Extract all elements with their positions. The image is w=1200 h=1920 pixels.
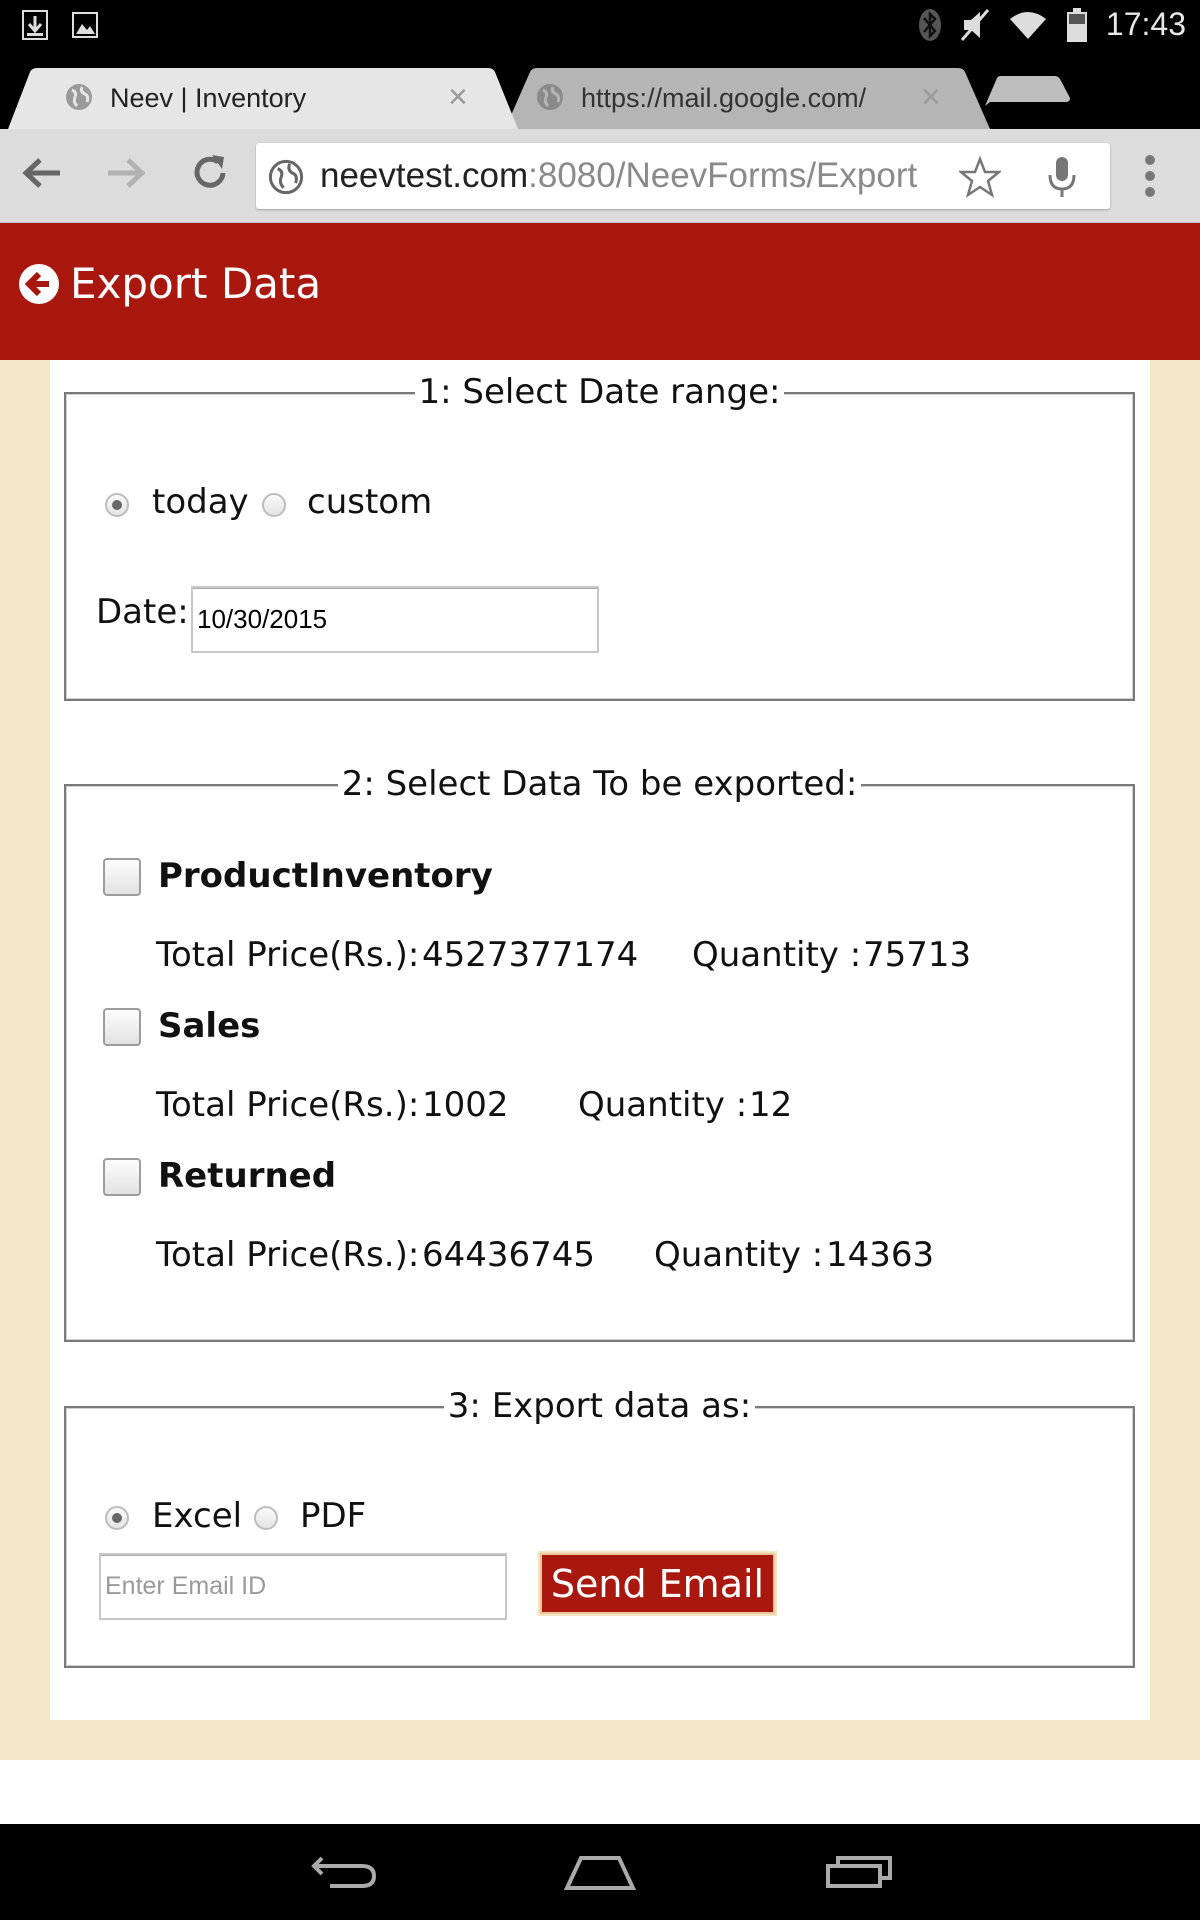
image-icon [72, 12, 98, 38]
radio-excel-label: Excel [152, 1496, 243, 1536]
close-icon[interactable]: × [921, 78, 941, 117]
back-arrow-icon[interactable] [20, 151, 64, 195]
star-icon[interactable] [959, 156, 1001, 198]
radio-excel[interactable] [105, 1506, 129, 1530]
url-path: :8080/NeevForms/Export [528, 156, 918, 195]
send-email-button[interactable]: Send Email [540, 1553, 775, 1614]
quantity-label: Quantity : [654, 1235, 824, 1275]
page-title: Export Data [70, 259, 322, 308]
date-label: Date: [96, 592, 189, 632]
section-legend: 2: Select Data To be exported: [66, 764, 1133, 804]
radio-custom[interactable] [262, 493, 286, 517]
price-label: Total Price(Rs.): [156, 1085, 420, 1125]
forward-arrow-icon[interactable] [104, 151, 148, 195]
item-name: ProductInventory [158, 856, 493, 896]
radio-today-label: today [152, 482, 249, 522]
email-input[interactable]: Enter Email ID [99, 1553, 507, 1620]
url-host: neevtest.com [320, 156, 529, 195]
tab-title: https://mail.google.com/ [581, 83, 867, 113]
export-format-section: 3: Export data as: [64, 1386, 1135, 1668]
price-value: 64436745 [422, 1235, 596, 1275]
download-icon [22, 10, 48, 40]
system-nav-bar [0, 1824, 1200, 1920]
item-name: Sales [158, 1006, 261, 1046]
reload-icon[interactable] [188, 151, 232, 195]
section-legend: 3: Export data as: [66, 1386, 1133, 1426]
globe-icon [537, 84, 563, 110]
battery-icon [1066, 7, 1087, 42]
mute-icon [960, 8, 990, 41]
wifi-icon [1009, 11, 1046, 39]
quantity-label: Quantity : [578, 1085, 748, 1125]
address-bar[interactable]: neevtest.com:8080/NeevForms/Export [256, 143, 1110, 209]
new-tab-button[interactable] [990, 70, 1070, 106]
checkbox-product-inventory[interactable] [103, 858, 141, 896]
back-circle-icon[interactable] [18, 263, 60, 305]
price-label: Total Price(Rs.): [156, 935, 420, 975]
price-label: Total Price(Rs.): [156, 1235, 420, 1275]
radio-today[interactable] [105, 493, 129, 517]
menu-icon[interactable] [1142, 153, 1158, 199]
close-icon[interactable]: × [448, 78, 468, 117]
tab-gmail[interactable]: https://mail.google.com/ × [515, 66, 985, 129]
quantity-label: Quantity : [692, 935, 862, 975]
checkbox-returned[interactable] [103, 1158, 141, 1196]
radio-pdf-label: PDF [300, 1496, 367, 1536]
url-text: neevtest.com:8080/NeevForms/Export [320, 156, 945, 196]
quantity-value: 14363 [826, 1235, 935, 1275]
app-header: Export Data [0, 223, 1200, 360]
radio-custom-label: custom [307, 482, 433, 522]
date-range-section: 1: Select Date range: [64, 372, 1135, 701]
home-nav-icon[interactable] [563, 1852, 637, 1892]
page-footer [0, 1760, 1200, 1824]
quantity-value: 75713 [863, 935, 972, 975]
checkbox-sales[interactable] [103, 1008, 141, 1046]
status-bar: 17:43 [0, 0, 1200, 50]
tab-strip: Neev | Inventory × https://mail.google.c… [0, 50, 1200, 129]
radio-pdf[interactable] [254, 1506, 278, 1530]
globe-icon [66, 84, 92, 110]
clock: 17:43 [1105, 6, 1186, 42]
tab-title: Neev | Inventory [110, 83, 307, 113]
item-name: Returned [158, 1156, 337, 1196]
quantity-value: 12 [749, 1085, 793, 1125]
recents-nav-icon[interactable] [824, 1854, 894, 1890]
tab-neev-inventory[interactable]: Neev | Inventory × [20, 66, 500, 129]
back-nav-icon[interactable] [310, 1852, 380, 1892]
microphone-icon[interactable] [1046, 155, 1078, 199]
globe-icon [268, 159, 304, 195]
browser-toolbar: neevtest.com:8080/NeevForms/Export [0, 129, 1200, 223]
section-legend: 1: Select Date range: [66, 372, 1133, 412]
date-field[interactable]: 10/30/2015 [191, 586, 599, 653]
price-value: 4527377174 [422, 935, 639, 975]
price-value: 1002 [422, 1085, 509, 1125]
bluetooth-icon [918, 8, 941, 41]
